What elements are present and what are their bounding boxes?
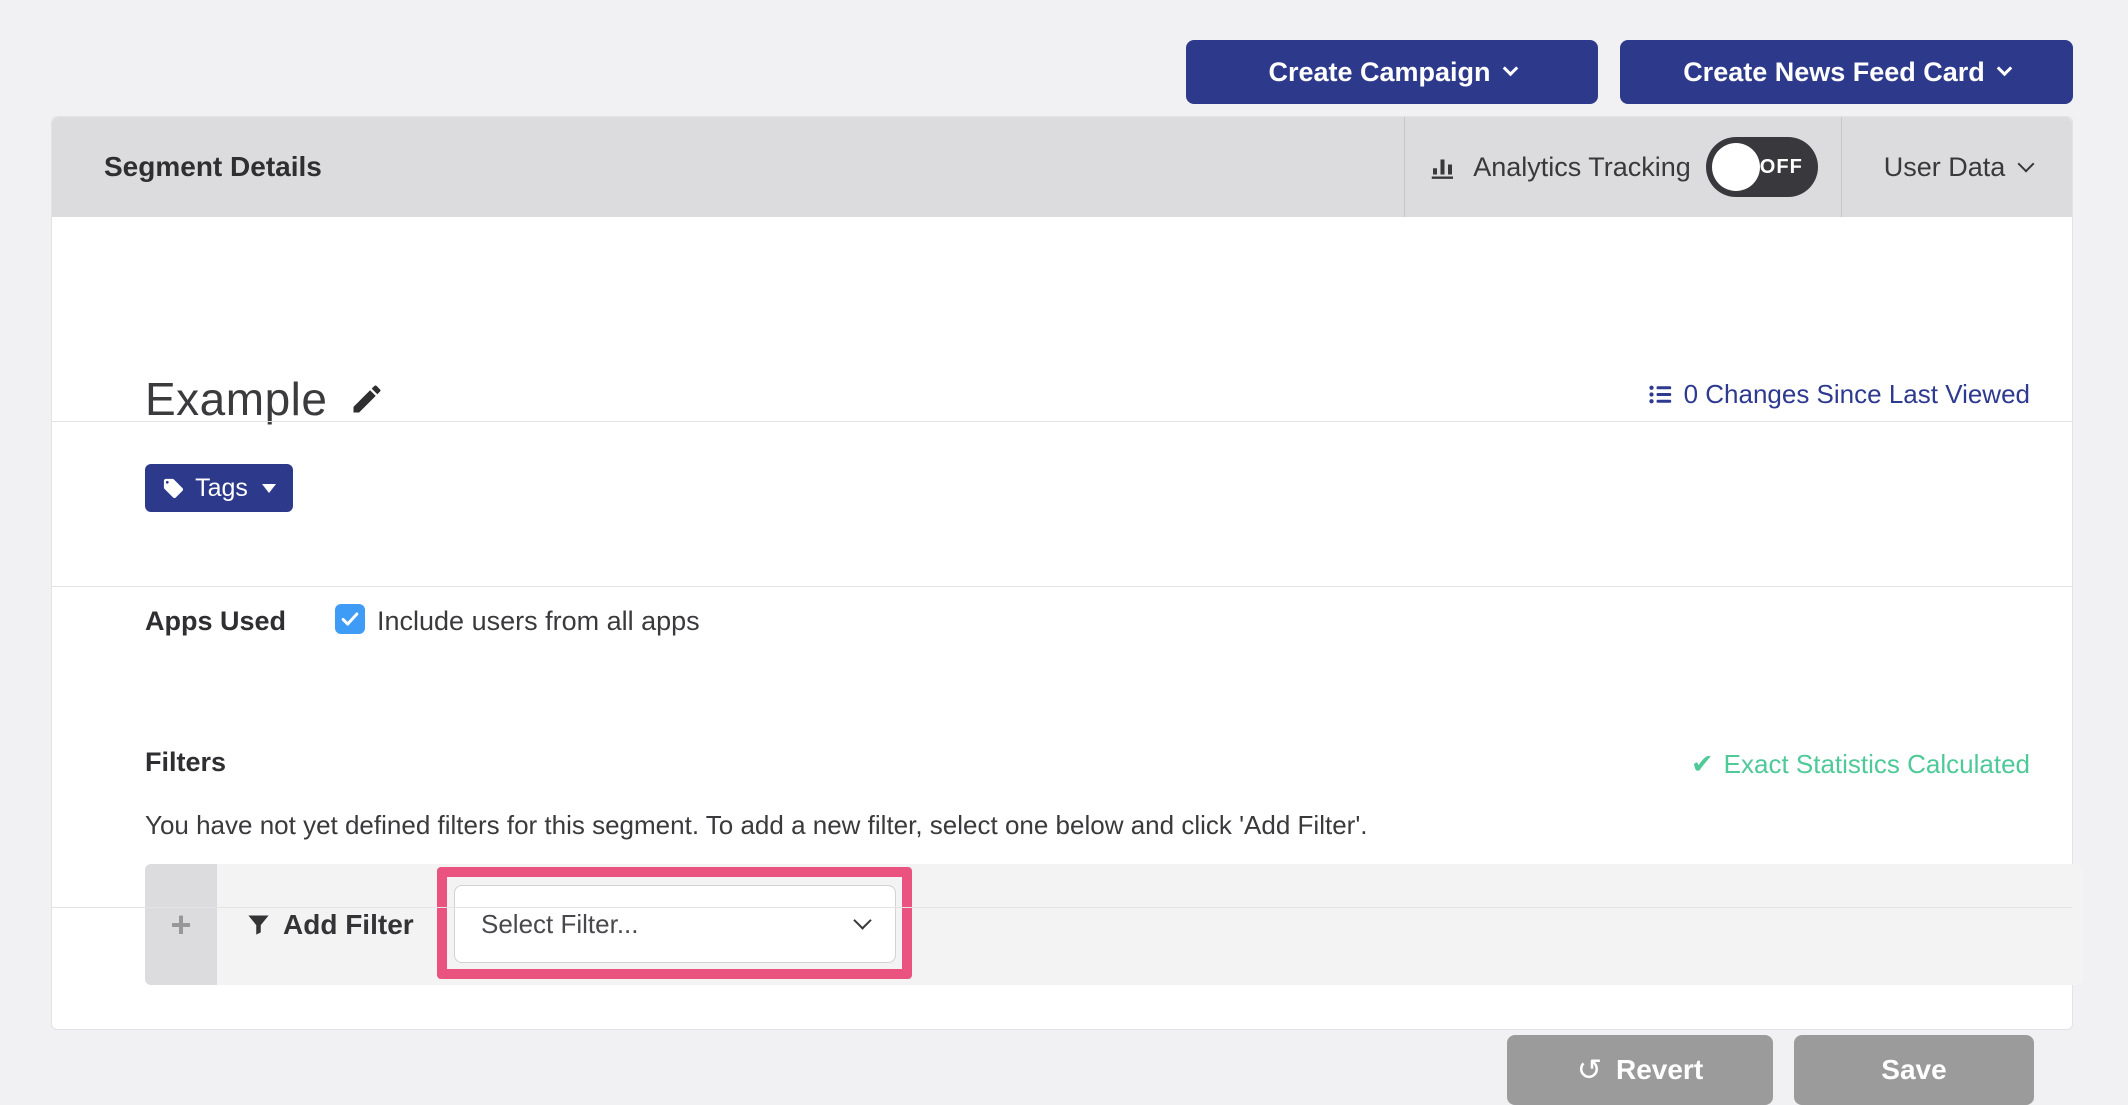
- save-label: Save: [1881, 1054, 1946, 1086]
- analytics-tracking-group: Analytics Tracking OFF: [1405, 117, 1841, 217]
- add-filter-label-group: Add Filter: [245, 864, 414, 985]
- chevron-down-icon: [853, 911, 871, 929]
- plus-icon: +: [170, 904, 191, 946]
- select-filter-placeholder: Select Filter...: [481, 909, 856, 940]
- select-filter-dropdown[interactable]: Select Filter...: [454, 885, 896, 963]
- chevron-down-icon: [1502, 61, 1518, 77]
- save-button[interactable]: Save: [1794, 1035, 2034, 1105]
- toggle-state-label: OFF: [1760, 137, 1803, 197]
- green-check-icon: ✔: [1691, 749, 1714, 780]
- funnel-icon: [245, 911, 272, 938]
- create-news-feed-card-label: Create News Feed Card: [1683, 57, 1985, 88]
- add-filter-label: Add Filter: [283, 909, 414, 941]
- add-filter-plus-button[interactable]: +: [145, 864, 217, 985]
- checkmark-icon: [339, 608, 361, 630]
- analytics-tracking-toggle[interactable]: OFF: [1706, 137, 1818, 197]
- tag-icon: [162, 477, 185, 500]
- apps-used-label: Apps Used: [145, 606, 286, 637]
- create-news-feed-card-button[interactable]: Create News Feed Card: [1620, 40, 2073, 104]
- segment-details-card: Segment Details Analytics Tracking OFF U…: [51, 116, 2073, 1030]
- section-divider: [52, 421, 2072, 422]
- tags-button[interactable]: Tags: [145, 464, 293, 512]
- filters-heading: Filters: [145, 747, 226, 778]
- caret-down-icon: [262, 484, 276, 493]
- create-campaign-button[interactable]: Create Campaign: [1186, 40, 1598, 104]
- revert-label: Revert: [1616, 1054, 1703, 1086]
- create-campaign-label: Create Campaign: [1268, 57, 1490, 88]
- chevron-down-icon: [1997, 61, 2013, 77]
- toggle-knob: [1712, 143, 1760, 191]
- section-divider: [52, 586, 2072, 587]
- exact-statistics-status: ✔ Exact Statistics Calculated: [1691, 749, 2030, 780]
- change-list-icon: [1647, 381, 1674, 408]
- exact-statistics-label: Exact Statistics Calculated: [1724, 749, 2030, 780]
- page-title: Segment Details: [104, 117, 322, 217]
- user-data-dropdown[interactable]: User Data: [1842, 117, 2074, 217]
- card-header: Segment Details Analytics Tracking OFF U…: [52, 117, 2072, 217]
- footer-divider: [52, 907, 2072, 908]
- add-filter-row: + Add Filter Select Filter...: [145, 864, 2083, 985]
- tags-button-label: Tags: [195, 474, 248, 503]
- changes-since-last-viewed-link[interactable]: 0 Changes Since Last Viewed: [1647, 379, 2030, 410]
- changes-link-label: 0 Changes Since Last Viewed: [1684, 379, 2030, 410]
- edit-pencil-icon[interactable]: [349, 381, 385, 417]
- filters-empty-message: You have not yet defined filters for thi…: [145, 810, 1368, 841]
- include-all-apps-label: Include users from all apps: [377, 606, 700, 637]
- include-all-apps-checkbox[interactable]: [335, 604, 365, 634]
- bar-chart-icon: [1428, 152, 1458, 182]
- analytics-tracking-label: Analytics Tracking: [1473, 152, 1691, 183]
- segment-name: Example: [145, 372, 327, 426]
- user-data-label: User Data: [1884, 152, 2006, 183]
- revert-button[interactable]: ↺ Revert: [1507, 1035, 1773, 1105]
- chevron-down-icon: [2018, 155, 2035, 172]
